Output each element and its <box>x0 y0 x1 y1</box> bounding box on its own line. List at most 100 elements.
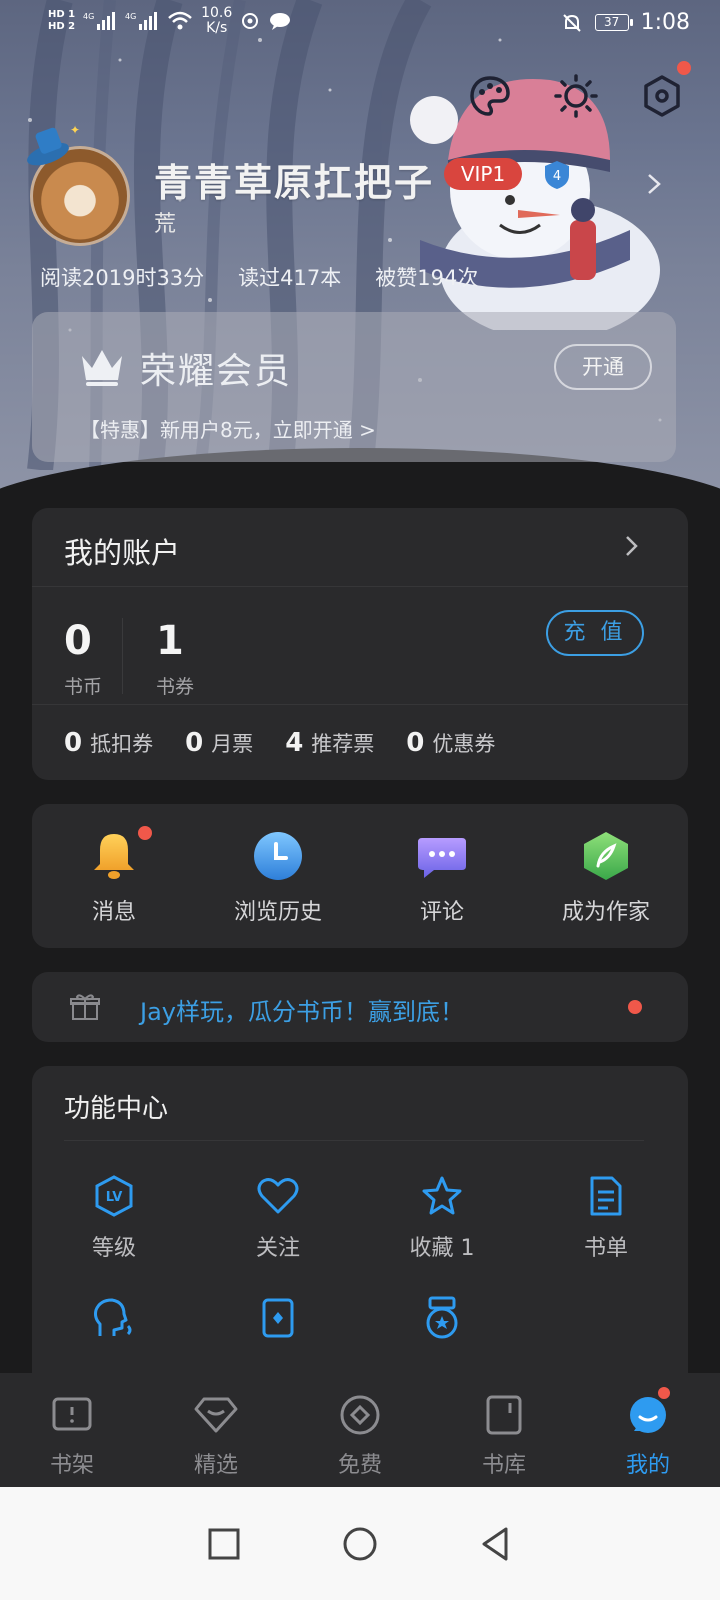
booklist-entry[interactable]: 书单 <box>524 1174 688 1262</box>
recharge-button[interactable]: 充 值 <box>546 610 644 656</box>
honor-membership-card[interactable]: 荣耀会员 开通 【特惠】新用户8元，立即开通 > <box>32 312 676 462</box>
promo-text: Jay样玩，瓜分书币！赢到底！ <box>140 998 464 1026</box>
vip-badge[interactable]: VIP1 <box>444 158 522 190</box>
home-icon[interactable] <box>340 1524 380 1564</box>
ticket-monthly[interactable]: 0 月票 <box>185 728 253 758</box>
become-writer-entry[interactable]: 成为作家 <box>536 804 676 948</box>
medal-icon <box>426 1296 458 1339</box>
level-icon: LV <box>95 1175 133 1217</box>
svg-text:4G: 4G <box>83 12 94 21</box>
reading-stats: 阅读2019时33分 读过417本 被赞194次 <box>40 262 478 292</box>
nav-bookshelf[interactable]: 书架 <box>0 1373 144 1487</box>
honor-promo-text[interactable]: 【特惠】新用户8元，立即开通 > <box>80 414 376 443</box>
voice-icon <box>94 1298 132 1336</box>
bell-icon <box>94 834 134 879</box>
coin-balance[interactable]: 0 <box>64 618 92 664</box>
chat-notification-icon <box>270 13 291 30</box>
net-unit: K/s <box>206 20 228 36</box>
honor-title: 荣耀会员 <box>140 351 293 392</box>
avatar-hat-decoration: ✦ <box>27 123 80 166</box>
ticket-recommend[interactable]: 4 推荐票 <box>285 728 374 758</box>
level-label: 等级 <box>91 1236 136 1261</box>
settings-notification-dot <box>677 61 691 75</box>
nav-mine-label: 我的 <box>625 1453 670 1478</box>
level-shield-icon: 4 <box>545 161 569 189</box>
profile-header: HD 1 HD 2 4G 4G 10.6 K/s 37 1:08 ✦ 青青草原扛… <box>0 0 720 490</box>
settings-hexagon-icon[interactable] <box>638 72 686 120</box>
status-bar: HD 1 HD 2 4G 4G 10.6 K/s 37 1:08 <box>0 0 720 50</box>
clock: 1:08 <box>640 10 690 35</box>
profile-subtitle: 荒 <box>154 212 177 237</box>
quill-icon <box>584 832 628 880</box>
nav-mine[interactable]: 我的 <box>576 1373 720 1487</box>
wifi-icon <box>168 11 192 30</box>
svg-text:LV: LV <box>106 1190 123 1205</box>
music-app-icon <box>242 13 259 29</box>
function-center-title: 功能中心 <box>64 1094 169 1124</box>
activate-button[interactable]: 开通 <box>554 344 652 390</box>
account-title[interactable]: 我的账户 <box>64 530 180 572</box>
profile-chevron-icon[interactable] <box>645 172 663 196</box>
recent-apps-icon[interactable] <box>204 1524 244 1564</box>
ticket-deduction[interactable]: 0 抵扣券 <box>64 728 153 758</box>
stat-books-read: 读过417本 <box>238 266 342 290</box>
card-icon <box>262 1298 294 1338</box>
nav-featured[interactable]: 精选 <box>144 1373 288 1487</box>
comment-icon <box>418 838 466 878</box>
battery-indicator: 37 <box>594 14 633 31</box>
booklist-label: 书单 <box>583 1236 628 1261</box>
hd2-indicator: HD 2 <box>48 21 76 32</box>
stat-reading-time: 阅读2019时33分 <box>40 266 205 290</box>
heart-icon <box>257 1178 299 1214</box>
free-icon <box>340 1395 380 1435</box>
net-speed: 10.6 <box>201 5 233 21</box>
comments-entry[interactable]: 评论 <box>372 804 512 948</box>
voucher-balance[interactable]: 1 <box>156 618 184 664</box>
level-entry[interactable]: LV 等级 <box>32 1174 196 1262</box>
back-icon[interactable] <box>476 1524 516 1564</box>
svg-text:✦: ✦ <box>70 123 80 137</box>
favorites-label: 收藏 1 <box>409 1236 475 1261</box>
star-icon <box>422 1176 462 1215</box>
nav-library[interactable]: 书库 <box>432 1373 576 1487</box>
nav-mine-badge-dot <box>656 1385 672 1401</box>
messages-label: 消息 <box>91 900 136 925</box>
card-entry[interactable] <box>196 1296 360 1352</box>
history-entry[interactable]: 浏览历史 <box>208 804 348 948</box>
become-writer-label: 成为作家 <box>561 900 650 925</box>
nav-free-label: 免费 <box>337 1453 382 1478</box>
mute-bell-icon <box>562 13 581 32</box>
follow-entry[interactable]: 关注 <box>196 1174 360 1262</box>
palette-icon[interactable] <box>466 72 514 120</box>
coin-label: 书币 <box>64 676 103 698</box>
promo-dot <box>628 1000 642 1014</box>
account-card: 我的账户 0 书币 1 书券 充 值 0 抵扣券 0 月票 4 推荐票 0 优惠券 <box>32 508 688 780</box>
nav-featured-label: 精选 <box>193 1453 238 1478</box>
nav-free[interactable]: 免费 <box>288 1373 432 1487</box>
ticket-coupon[interactable]: 0 优惠券 <box>406 728 495 758</box>
nav-library-label: 书库 <box>481 1453 526 1478</box>
signal2-icon: 4G <box>125 12 158 30</box>
voucher-label: 书券 <box>156 676 195 698</box>
function-center: 功能中心 LV 等级 关注 收藏 1 书单 <box>32 1066 688 1406</box>
account-chevron-icon[interactable] <box>624 534 640 558</box>
favorites-entry[interactable]: 收藏 1 <box>360 1174 524 1262</box>
messages-entry[interactable]: 消息 <box>44 804 184 948</box>
gift-icon <box>70 994 100 1020</box>
bottom-navigation: 书架 精选 免费 书库 我的 <box>0 1373 720 1487</box>
signal-icon: 4G <box>83 12 116 30</box>
library-icon <box>486 1395 522 1435</box>
diamond-icon <box>194 1397 238 1433</box>
ticket-row: 0 抵扣券 0 月票 4 推荐票 0 优惠券 <box>64 728 495 758</box>
medal-entry[interactable] <box>360 1296 524 1352</box>
messages-badge-dot <box>138 826 152 840</box>
system-navigation-bar <box>0 1487 720 1600</box>
booklist-icon <box>590 1176 622 1216</box>
promo-banner[interactable]: Jay样玩，瓜分书币！赢到底！ <box>32 972 688 1042</box>
username: 青青草原扛把子 <box>154 161 435 205</box>
history-label: 浏览历史 <box>233 900 322 925</box>
stat-likes: 被赞194次 <box>375 266 479 290</box>
brightness-icon[interactable] <box>552 72 600 120</box>
voice-entry[interactable] <box>32 1296 196 1352</box>
svg-text:4G: 4G <box>125 12 136 21</box>
